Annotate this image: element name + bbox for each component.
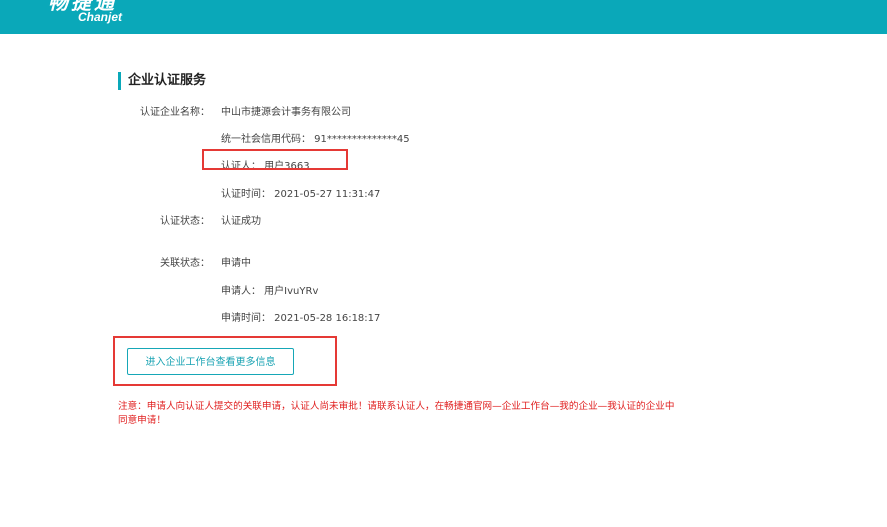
notice-text: 注意：申请人向认证人提交的关联申请，认证人尚未审批！请联系认证人，在畅捷通官网—… [118, 401, 675, 426]
company-name-value: 中山市捷源会计事务有限公司 [221, 107, 351, 118]
certifier-highlight-box [202, 149, 348, 170]
chanjet-logo-en[interactable]: Chanjet [78, 10, 122, 24]
cert-status-label: 认证状态： [160, 216, 210, 227]
cert-status-value: 认证成功 [221, 216, 261, 227]
association-status-label: 关联状态： [160, 258, 210, 269]
section-title: 企业认证服务 [118, 72, 206, 90]
apply-time-row: 申请时间： 2021-05-28 16:18:17 [221, 313, 381, 324]
top-header-bar: 畅捷通 Chanjet [0, 0, 887, 34]
applicant-row: 申请人： 用户IvuYRv [221, 286, 319, 297]
button-highlight-box [113, 336, 337, 386]
company-name-label: 认证企业名称： [140, 107, 210, 118]
association-status-value: 申请中 [221, 258, 251, 269]
cert-time-row: 认证时间： 2021-05-27 11:31:47 [221, 189, 381, 200]
credit-code-row: 统一社会信用代码： 91**************45 [221, 134, 410, 145]
